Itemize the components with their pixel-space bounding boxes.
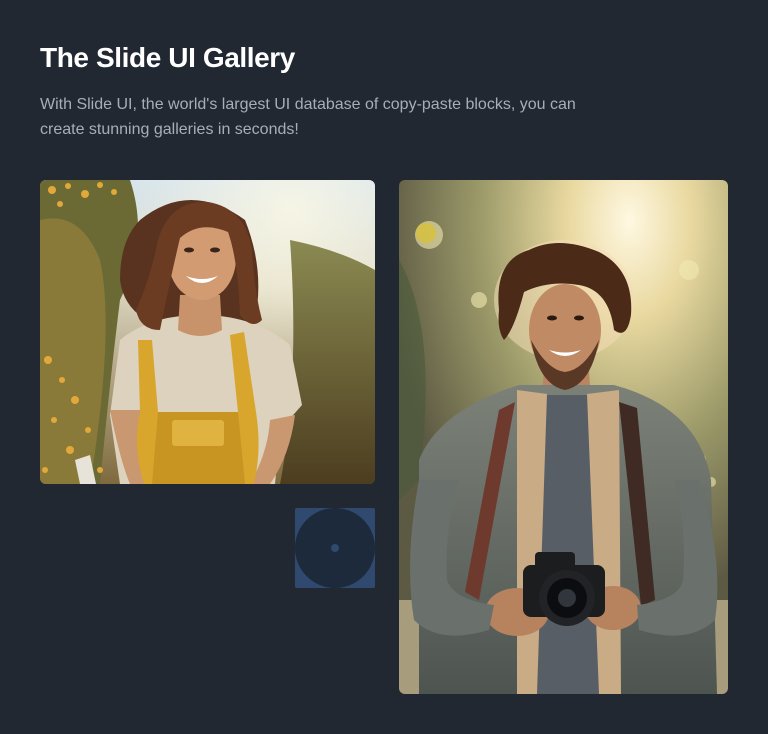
page-description: With Slide UI, the world's largest UI da… — [40, 96, 576, 138]
page-title: The Slide UI Gallery — [40, 42, 295, 73]
gallery-image-man[interactable] — [399, 180, 728, 694]
gallery-placeholder-tile[interactable] — [295, 508, 375, 588]
record-disc-icon — [295, 508, 375, 588]
gallery-image-woman[interactable] — [40, 180, 375, 484]
